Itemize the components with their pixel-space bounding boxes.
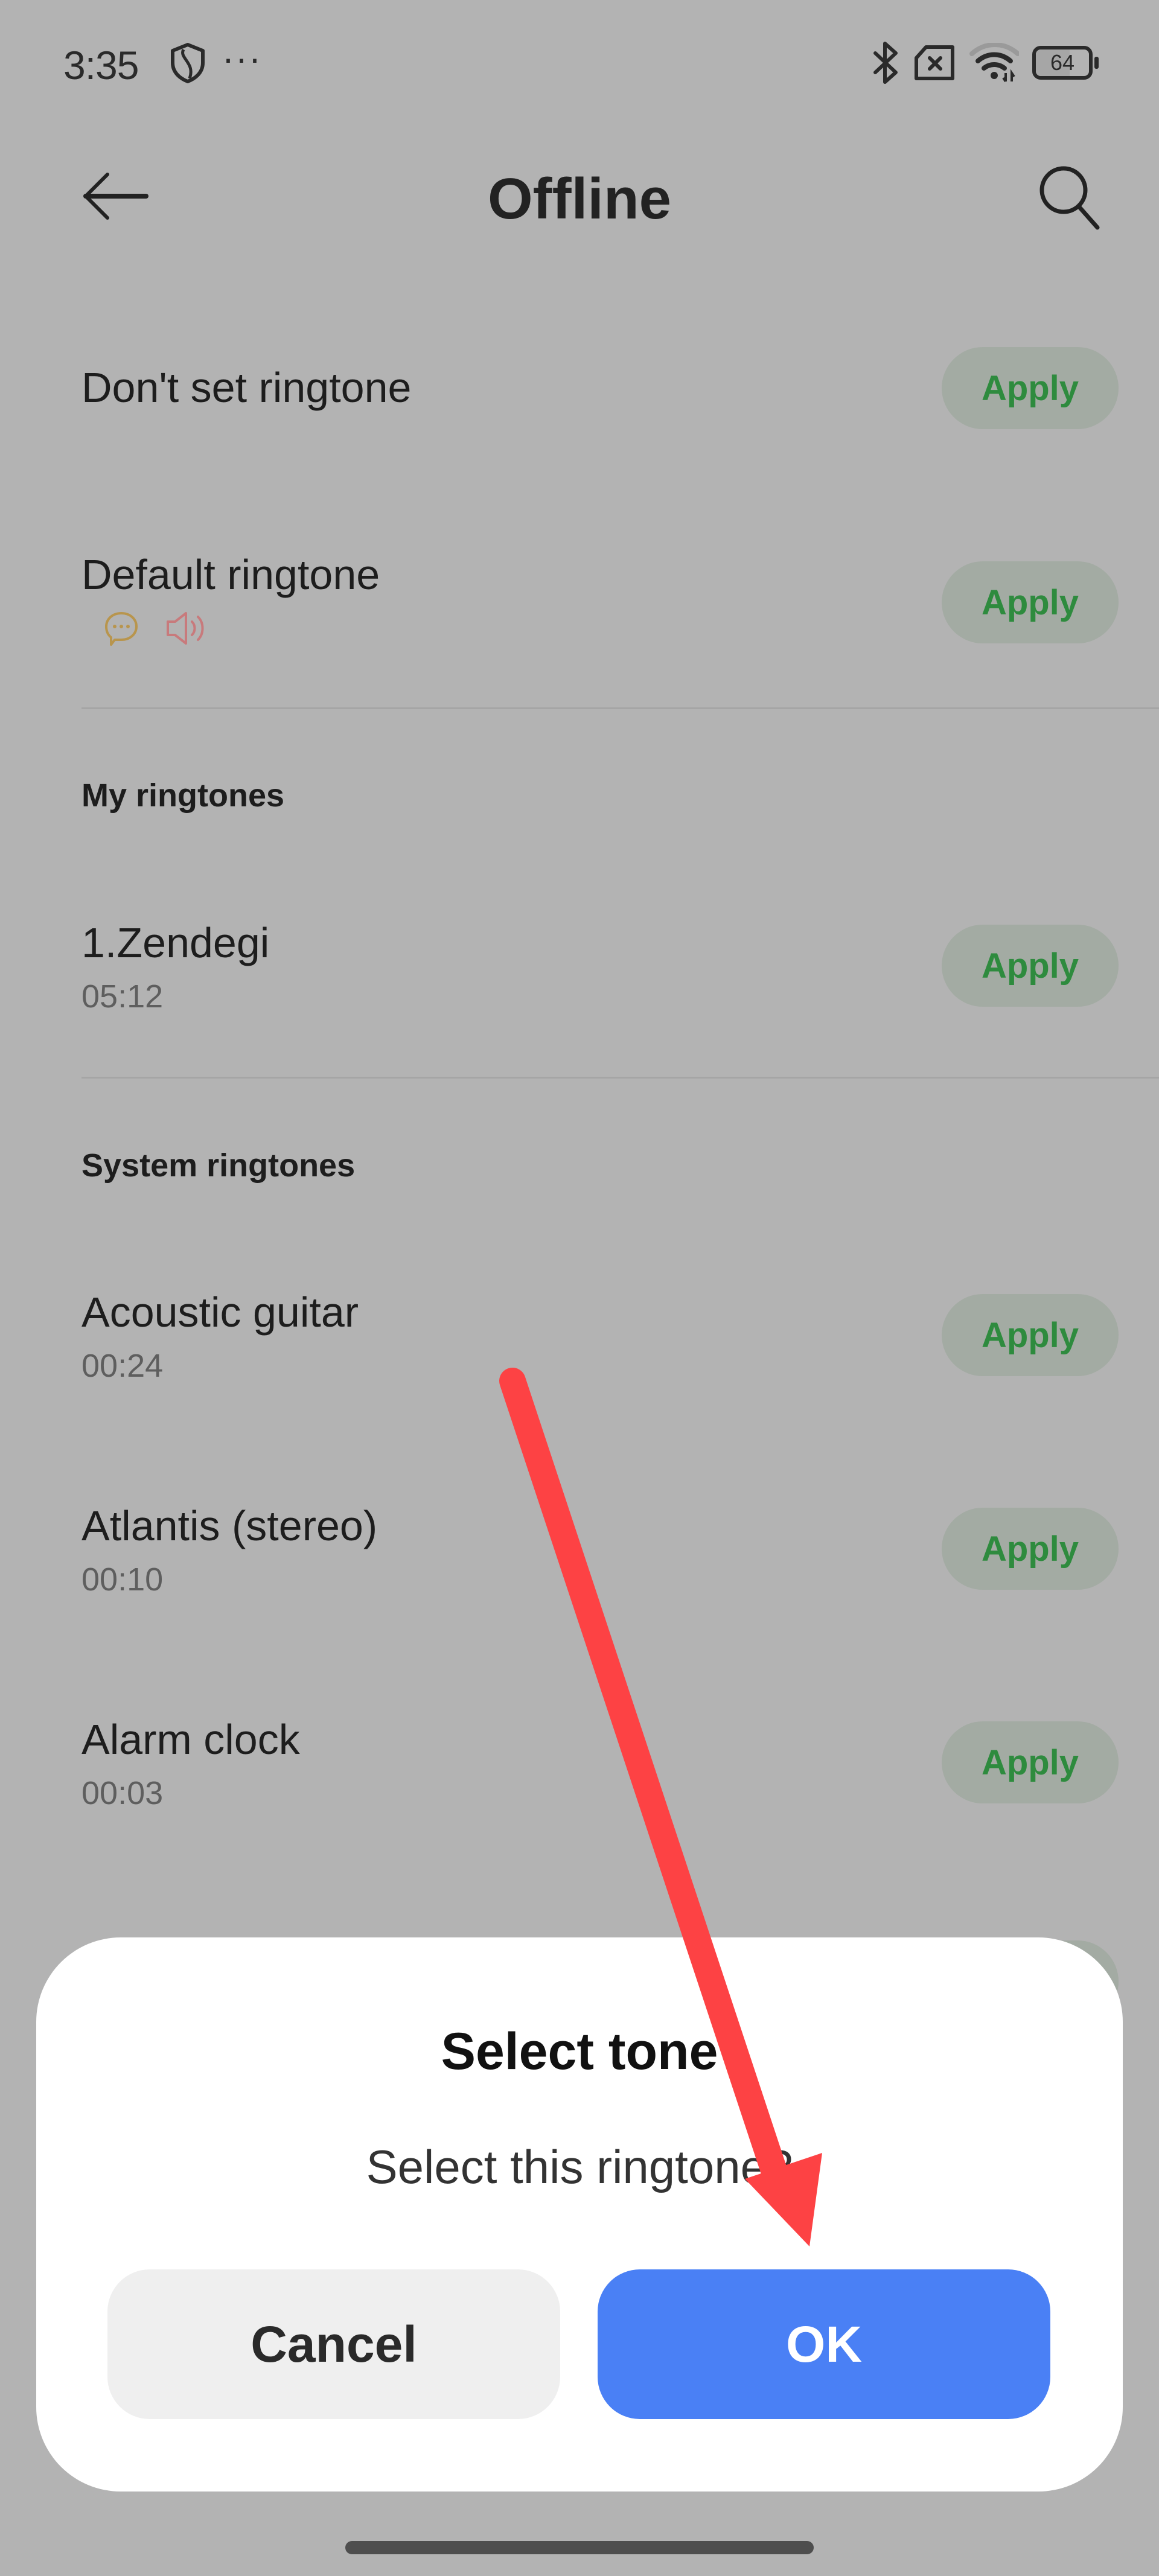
list-item[interactable]: Atlantis (stereo) 00:10 Apply [0, 1494, 1159, 1615]
dialog-title: Select tone [441, 2023, 718, 2080]
no-sim-icon [915, 45, 954, 80]
default-ringtone-icons [103, 610, 206, 647]
ringtone-title: Atlantis (stereo) [81, 1502, 378, 1549]
speaker-icon [167, 612, 204, 645]
list-item[interactable]: Alarm clock 00:03 Apply [0, 1708, 1159, 1829]
ringtone-title: Default ringtone [81, 551, 380, 598]
ringtone-duration: 00:03 [81, 1775, 164, 1811]
search-icon [1039, 166, 1100, 230]
more-notifications-icon: ··· [222, 38, 262, 78]
apply-button[interactable]: Apply [942, 1294, 1119, 1376]
list-item-dont-set-ringtone[interactable]: Don't set ringtone Apply [0, 338, 1159, 441]
ringtone-duration: 00:24 [81, 1348, 164, 1384]
bluetooth-icon [873, 42, 898, 84]
ringtone-title: Alarm clock [81, 1716, 300, 1763]
apply-button[interactable]: Apply [942, 561, 1119, 643]
battery-icon: 64 [1032, 46, 1099, 80]
cancel-button[interactable]: Cancel [107, 2269, 560, 2419]
list-item[interactable]: Acoustic guitar 00:24 Apply [0, 1281, 1159, 1401]
search-button[interactable] [1032, 160, 1105, 232]
select-tone-dialog: Select tone Select this ringtone? Cancel… [36, 1937, 1123, 2492]
ringtone-duration: 05:12 [81, 978, 164, 1015]
home-indicator[interactable] [345, 2541, 814, 2554]
list-item-default-ringtone[interactable]: Default ringtone Apply [0, 543, 1159, 664]
status-time: 3:35 [63, 43, 139, 88]
page-title: Offline [488, 167, 671, 231]
list-item[interactable]: 1.Zendegi 05:12 Apply [0, 911, 1159, 1032]
section-header-my-ringtones: My ringtones [81, 777, 285, 814]
ringtone-title: 1.Zendegi [81, 919, 270, 966]
apply-button[interactable]: Apply [942, 347, 1119, 429]
apply-button[interactable]: Apply [942, 1721, 1119, 1803]
status-bar: 3:35 ··· 64 [0, 0, 1159, 127]
apply-button[interactable]: Apply [942, 1508, 1119, 1590]
status-icons: 64 [873, 41, 1099, 84]
apply-button[interactable]: Apply [942, 925, 1119, 1007]
ringtone-title: Acoustic guitar [81, 1289, 359, 1336]
battery-level: 64 [1050, 50, 1075, 75]
app-bar: Offline [0, 133, 1159, 266]
divider [81, 1077, 1159, 1079]
message-icon [105, 612, 138, 646]
wifi-icon [969, 43, 1019, 83]
divider [81, 707, 1159, 709]
ringtone-title: Don't set ringtone [81, 364, 412, 411]
ok-button[interactable]: OK [598, 2269, 1050, 2419]
section-header-system-ringtones: System ringtones [81, 1147, 356, 1184]
shield-icon [171, 43, 205, 83]
ringtone-duration: 00:10 [81, 1561, 164, 1598]
dialog-message: Select this ringtone? [366, 2140, 793, 2193]
